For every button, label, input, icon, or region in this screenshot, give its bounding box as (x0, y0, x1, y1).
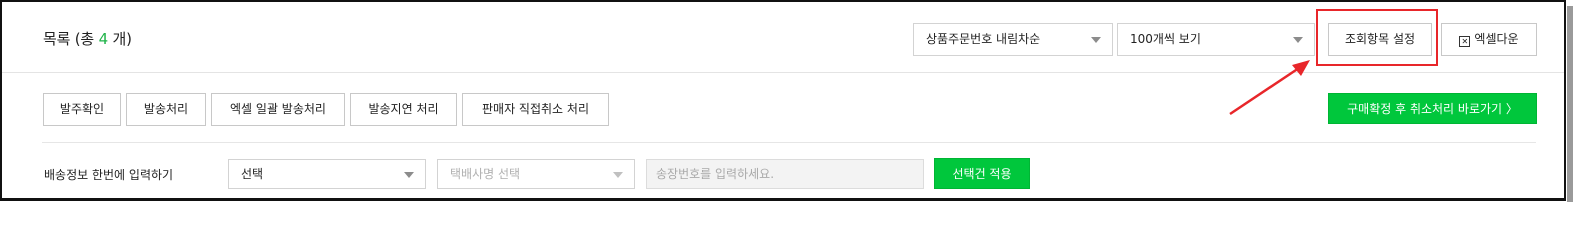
order-confirm-button[interactable]: 발주확인 (43, 93, 121, 126)
tracking-number-placeholder: 송장번호를 입력하세요. (656, 167, 775, 181)
excel-bulk-ship-button[interactable]: 엑셀 일괄 발송처리 (211, 93, 345, 126)
total-count: 4 (98, 30, 109, 48)
order-list-panel: 목록 (총 4 개) 상품주문번호 내림차순 100개씩 보기 조회항목 설정 … (0, 0, 1573, 202)
ship-delay-button[interactable]: 발송지연 처리 (350, 93, 457, 126)
title-prefix: 목록 (총 (43, 30, 99, 48)
courier-select[interactable]: 택배사명 선택 (437, 159, 635, 189)
apply-selected-button[interactable]: 선택건 적용 (934, 158, 1030, 189)
chevron-down-icon (1293, 37, 1303, 43)
list-title: 목록 (총 4 개) (43, 28, 132, 49)
tracking-number-input[interactable]: 송장번호를 입력하세요. (646, 159, 924, 189)
list-header: 목록 (총 4 개) 상품주문번호 내림차순 100개씩 보기 조회항목 설정 … (2, 2, 1564, 73)
excel-icon: ✕ (1459, 36, 1471, 47)
annotation-arrow-icon (1229, 60, 1310, 116)
sort-order-value: 상품주문번호 내림차순 (926, 32, 1041, 46)
chevron-down-icon (404, 172, 414, 178)
excel-download-button[interactable]: ✕ 엑셀다운 (1441, 23, 1537, 56)
page-size-value: 100개씩 보기 (1130, 32, 1201, 46)
chevron-down-icon (613, 172, 623, 178)
title-suffix: 개) (107, 30, 132, 48)
excel-download-label: 엑셀다운 (1474, 32, 1519, 46)
post-purchase-cancel-button[interactable]: 구매확정 후 취소처리 바로가기 〉 (1328, 93, 1537, 124)
seller-cancel-button[interactable]: 판매자 직접취소 처리 (462, 93, 609, 126)
page-size-select[interactable]: 100개씩 보기 (1117, 23, 1315, 56)
chevron-down-icon (1091, 37, 1101, 43)
query-settings-button[interactable]: 조회항목 설정 (1328, 23, 1432, 56)
shipping-bulk-label: 배송정보 한번에 입력하기 (44, 168, 174, 182)
sort-order-select[interactable]: 상품주문번호 내림차순 (913, 23, 1113, 56)
courier-value: 택배사명 선택 (450, 167, 521, 181)
shipping-method-value: 선택 (241, 167, 264, 181)
shipping-method-select[interactable]: 선택 (228, 159, 426, 189)
divider (42, 142, 1536, 143)
ship-process-button[interactable]: 발송처리 (126, 93, 206, 126)
